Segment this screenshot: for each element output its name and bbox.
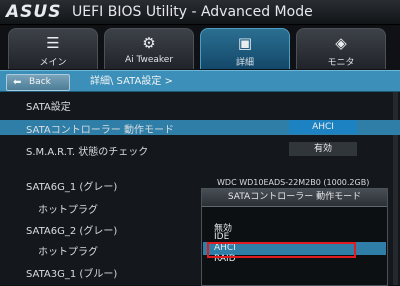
setting-label: SATAコントローラー 動作モード [26,125,174,136]
tab-label: メイン [39,58,67,68]
popup-title: SATAコントローラー 動作モード [202,189,387,207]
tab-monitor[interactable]: ◈ モニタ [296,28,386,69]
list-icon: ☰ [46,34,60,52]
setting-label: S.M.A.R.T. 状態のチェック [26,147,149,158]
section-title: SATA設定 [26,102,71,113]
back-label: Back [29,77,51,87]
option-ide[interactable]: IDE [214,232,229,242]
port-device: WDC WD10EADS-22M2B0 (1000.2GB) [217,178,370,187]
port-label: SATA6G_1 (グレー) [26,182,118,193]
tab-label: 詳細 [235,58,254,68]
app-title: UEFI BIOS Utility - Advanced Mode [72,4,313,20]
port-label: ホットプラグ [38,247,98,258]
highlight-box [207,242,356,258]
monitor-icon: ◈ [335,34,347,52]
sata-mode-value[interactable]: AHCI [289,120,357,134]
back-button[interactable]: ⬅ Back [6,74,70,91]
port-label: ホットプラグ [38,205,98,216]
port-label: SATA3G_1 (ブルー) [26,269,118,280]
breadcrumb: 詳細\ SATA設定 > [90,76,173,87]
title-bar: ASUS UEFI BIOS Utility - Advanced Mode [0,0,400,25]
tab-bar: ☰ メイン ⚙ Ai Tweaker ▣ 詳細 ◈ モニタ [0,26,400,70]
asus-logo: ASUS [6,2,62,22]
tab-label: モニタ [327,58,355,68]
tab-advanced[interactable]: ▣ 詳細 [200,28,290,69]
tab-label: Ai Tweaker [124,55,174,65]
tab-main[interactable]: ☰ メイン [8,28,98,69]
advanced-icon: ▣ [237,34,253,52]
port-label: SATA6G_2 (グレー) [26,226,118,237]
tweaker-icon: ⚙ [142,34,156,52]
sata-mode-popup: SATAコントローラー 動作モード 無効 IDE AHCI RAID [201,188,388,286]
tab-ai-tweaker[interactable]: ⚙ Ai Tweaker [104,28,194,69]
smart-value[interactable]: 有効 [289,142,357,156]
back-arrow-icon: ⬅ [13,77,22,88]
